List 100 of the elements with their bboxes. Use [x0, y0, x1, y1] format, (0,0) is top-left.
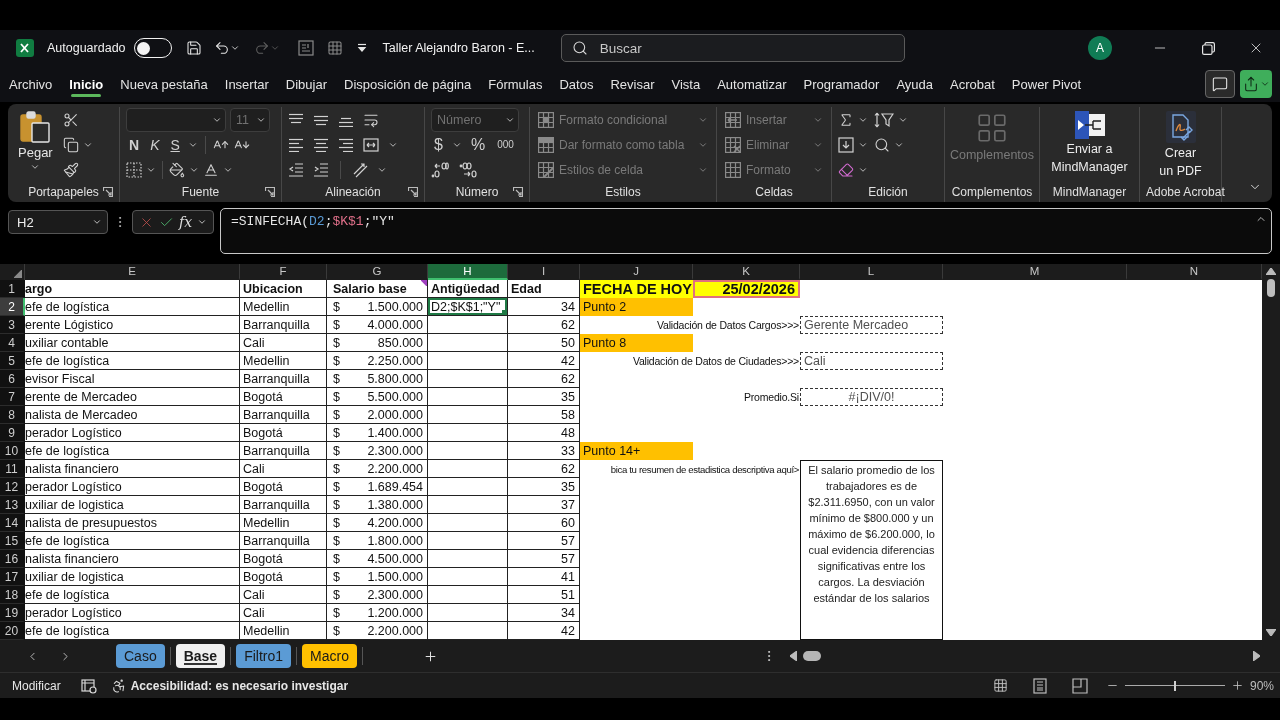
row-header[interactable]: 1 — [0, 280, 25, 298]
ribbon-tab[interactable]: Programador — [795, 68, 888, 100]
caret-icon[interactable] — [229, 43, 240, 53]
save-icon[interactable] — [185, 40, 202, 56]
dialog-launcher-icon[interactable] — [408, 187, 418, 197]
arrows-funnel-icon[interactable] — [874, 111, 894, 128]
underline-button[interactable]: S — [167, 136, 183, 153]
accessibility-status[interactable]: Accesibilidad: es necesario investigar — [130, 678, 349, 693]
paste-button[interactable]: Pegar — [14, 111, 57, 172]
merge-cells-icon[interactable] — [363, 136, 379, 153]
align-right-icon[interactable] — [338, 137, 354, 152]
row-header[interactable]: 11 — [0, 460, 25, 478]
column-header[interactable]: N — [1127, 264, 1262, 280]
column-header[interactable]: E — [25, 264, 240, 280]
caret-icon[interactable] — [197, 217, 208, 227]
row-header[interactable]: 4 — [0, 334, 25, 352]
sigma-icon[interactable] — [838, 111, 854, 128]
avatar[interactable]: A — [1088, 36, 1112, 60]
insert-function-button[interactable]: fx — [179, 214, 193, 230]
copy-icon[interactable] — [62, 136, 79, 153]
ribbon-tab[interactable]: Automatizar — [709, 68, 795, 100]
search-field[interactable]: Buscar — [560, 34, 905, 62]
row-header[interactable]: 7 — [0, 388, 25, 406]
increase-decimal-icon[interactable] — [431, 161, 449, 178]
restore-icon[interactable] — [1201, 41, 1215, 55]
ribbon-tab[interactable]: Power Pivot — [1003, 68, 1090, 100]
currency-button[interactable]: $ — [431, 135, 446, 154]
ribbon-tab[interactable]: Insertar — [216, 68, 277, 100]
select-all-icon[interactable] — [14, 270, 22, 278]
name-box[interactable]: H2 — [8, 210, 108, 234]
ribbon-tab[interactable]: Datos — [551, 68, 602, 100]
sheet-tab[interactable]: Filtro1 — [236, 644, 292, 668]
column-header[interactable]: F — [240, 264, 327, 280]
ribbon-tab[interactable]: Inicio — [61, 68, 112, 100]
ribbon-tab[interactable]: Dibujar — [277, 68, 336, 100]
zoom-slider-thumb[interactable] — [1173, 680, 1176, 691]
diagonal-arrow-icon[interactable] — [352, 161, 368, 178]
column-header[interactable]: I — [508, 264, 580, 280]
search-icon[interactable] — [874, 136, 890, 153]
percent-button[interactable]: % — [467, 135, 489, 154]
align-center-icon[interactable] — [313, 137, 329, 152]
dialog-launcher-icon[interactable] — [103, 187, 113, 197]
scroll-left-icon[interactable] — [790, 651, 797, 661]
sheet-tab[interactable]: Macro — [302, 644, 357, 668]
scrollbar-thumb[interactable] — [1267, 279, 1275, 297]
comments-button[interactable] — [1205, 70, 1235, 98]
row-header[interactable]: 3 — [0, 316, 25, 334]
column-header[interactable]: G — [327, 264, 428, 280]
scroll-up-icon[interactable] — [1266, 268, 1276, 275]
decrease-decimal-icon[interactable] — [459, 161, 477, 178]
page-break-view-icon[interactable] — [1071, 677, 1088, 694]
row-header[interactable]: 6 — [0, 370, 25, 388]
row-header[interactable]: 18 — [0, 586, 25, 604]
scroll-right-icon[interactable] — [1253, 651, 1260, 661]
paint-bucket-icon[interactable] — [169, 161, 185, 178]
row-header[interactable]: 10 — [0, 442, 25, 460]
row-header[interactable]: 5 — [0, 352, 25, 370]
form-icon[interactable] — [297, 40, 314, 56]
formula-input[interactable]: =SINFECHA(D2;$K$1;"Y" — [220, 208, 1272, 254]
zoom-level[interactable]: 90% — [1249, 678, 1274, 693]
column-header[interactable]: H — [428, 264, 508, 280]
scroll-down-icon[interactable] — [1266, 629, 1276, 636]
row-header[interactable]: 17 — [0, 568, 25, 586]
dialog-launcher-icon[interactable] — [513, 187, 523, 197]
plus-icon[interactable] — [422, 648, 438, 664]
ribbon-tab[interactable]: Ayuda — [888, 68, 942, 100]
column-header[interactable]: J — [580, 264, 693, 280]
ribbon-tab[interactable]: Nueva pestaña — [112, 68, 216, 100]
row-header[interactable]: 12 — [0, 478, 25, 496]
scrollbar-thumb[interactable] — [803, 651, 821, 661]
ribbon-tab[interactable]: Fórmulas — [480, 68, 551, 100]
row-header[interactable]: 13 — [0, 496, 25, 514]
ribbon-large-button[interactable]: Crear un PDF — [1146, 107, 1215, 179]
scissors-icon[interactable] — [62, 111, 79, 128]
ribbon-tab[interactable]: Acrobat — [942, 68, 1003, 100]
paintbrush-icon[interactable] — [62, 161, 79, 178]
align-left-icon[interactable] — [288, 137, 304, 152]
grid-icon[interactable] — [326, 40, 343, 56]
row-header[interactable]: 15 — [0, 532, 25, 550]
sheet-tab[interactable]: Base — [175, 644, 226, 668]
bold-button[interactable]: N — [126, 136, 143, 153]
row-header[interactable]: 20 — [0, 622, 25, 640]
ribbon-tab[interactable]: Vista — [663, 68, 709, 100]
row-header[interactable]: 8 — [0, 406, 25, 424]
row-header[interactable]: 9 — [0, 424, 25, 442]
column-header[interactable]: L — [800, 264, 943, 280]
row-header[interactable]: 14 — [0, 514, 25, 532]
row-header[interactable]: 2 — [0, 298, 25, 316]
zoom-in-icon[interactable] — [1230, 679, 1244, 692]
ribbon-tab[interactable]: Revisar — [602, 68, 663, 100]
ribbon-large-button[interactable]: Enviar a MindManager — [1046, 107, 1133, 175]
column-header[interactable]: K — [693, 264, 800, 280]
ribbon-tab[interactable]: Disposición de página — [336, 68, 480, 100]
grid-view-icon[interactable] — [992, 678, 1008, 693]
thousands-button[interactable]: 000 — [494, 139, 517, 150]
column-header[interactable]: M — [943, 264, 1127, 280]
row-header[interactable]: 16 — [0, 550, 25, 568]
undo-icon[interactable] — [213, 40, 230, 56]
borders-icon[interactable] — [126, 161, 142, 178]
caret-icon[interactable] — [92, 217, 102, 227]
